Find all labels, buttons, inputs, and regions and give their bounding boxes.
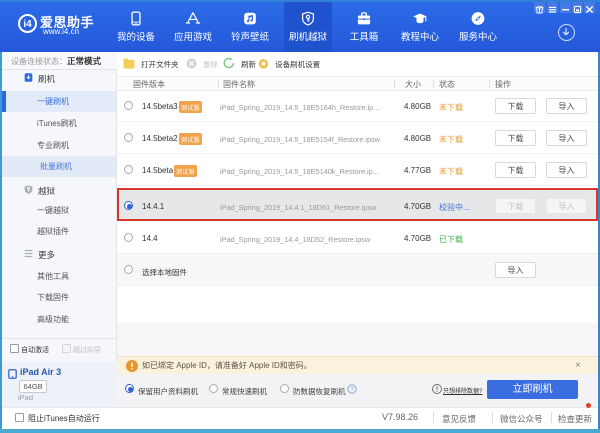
- svg-text:i4: i4: [23, 19, 32, 30]
- svg-text:?: ?: [350, 386, 354, 393]
